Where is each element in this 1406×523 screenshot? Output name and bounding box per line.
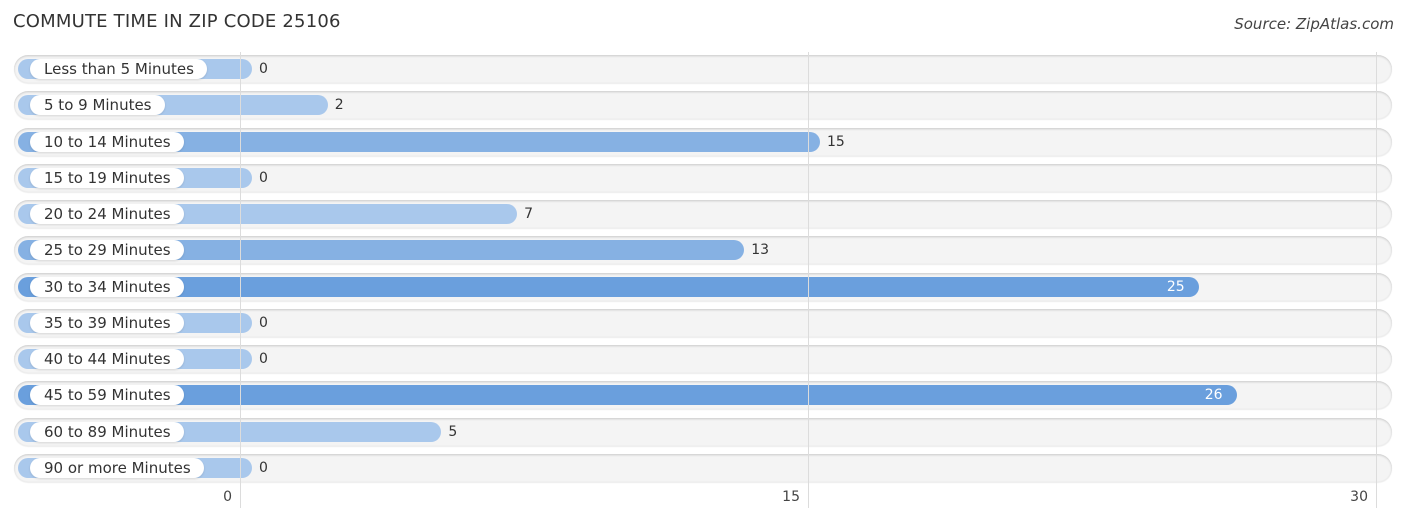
bar-row: 40 to 44 Minutes 0	[14, 345, 1392, 373]
category-label: 10 to 14 Minutes	[30, 131, 184, 152]
category-label: 60 to 89 Minutes	[30, 421, 184, 442]
chart-title: COMMUTE TIME IN ZIP CODE 25106	[13, 11, 341, 32]
value-label: 2	[334, 97, 344, 114]
category-label: 35 to 39 Minutes	[30, 312, 184, 333]
bar-row: 35 to 39 Minutes 0	[14, 308, 1392, 337]
bar-row: 25 to 29 Minutes 13	[14, 236, 1392, 265]
x-tick-label: 0	[223, 489, 232, 505]
source-label: Source: ZipAtlas.com	[1234, 15, 1394, 33]
value-label: 0	[259, 61, 268, 77]
bar-row: 15 to 19 Minutes 0	[14, 163, 1392, 192]
value-label: 5	[448, 423, 458, 440]
category-label: 90 or more Minutes	[30, 457, 204, 478]
bar-row: 20 to 24 Minutes 7	[14, 200, 1392, 228]
gridline	[240, 52, 241, 508]
bar-row: 10 to 14 Minutes 15	[14, 127, 1392, 156]
category-label: 40 to 44 Minutes	[30, 349, 184, 369]
bar-row: 30 to 34 Minutes 25	[14, 272, 1392, 301]
x-tick-label: 15	[782, 489, 800, 505]
bar-row: 5 to 9 Minutes 2	[14, 91, 1392, 120]
category-label: 45 to 59 Minutes	[30, 385, 184, 406]
value-label: 15	[827, 133, 845, 150]
value-label: 25	[1166, 278, 1185, 295]
bar[interactable]	[18, 385, 1237, 406]
bar-row: 60 to 89 Minutes 5	[14, 417, 1392, 446]
value-label: 26	[1204, 387, 1223, 404]
category-label: 30 to 34 Minutes	[30, 276, 184, 297]
category-label: Less than 5 Minutes	[30, 59, 207, 79]
value-label: 0	[259, 314, 268, 331]
gridline	[808, 52, 809, 508]
bar-row: 90 or more Minutes 0	[14, 453, 1392, 482]
category-label: 5 to 9 Minutes	[30, 95, 165, 116]
value-label: 0	[259, 351, 268, 367]
gridline	[1376, 52, 1377, 508]
bar-row: 45 to 59 Minutes 26	[14, 381, 1392, 410]
value-label: 13	[751, 242, 770, 259]
bar-row: Less than 5 Minutes 0	[14, 55, 1392, 83]
x-tick-label: 30	[1350, 489, 1368, 505]
category-label: 25 to 29 Minutes	[30, 240, 184, 261]
category-label: 20 to 24 Minutes	[30, 204, 184, 224]
value-label: 0	[259, 169, 268, 186]
value-label: 0	[259, 459, 268, 476]
value-label: 7	[524, 206, 533, 222]
category-label: 15 to 19 Minutes	[30, 167, 184, 188]
bar[interactable]	[18, 276, 1199, 297]
